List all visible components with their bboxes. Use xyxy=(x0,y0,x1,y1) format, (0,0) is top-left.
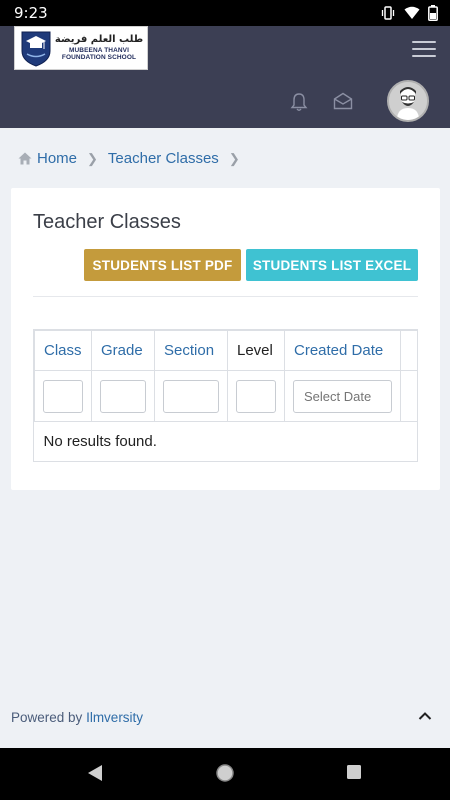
chevron-up-icon[interactable] xyxy=(418,711,432,721)
status-icons xyxy=(380,5,438,21)
section-filter-input[interactable] xyxy=(163,379,219,413)
column-header-extra xyxy=(400,330,417,371)
recents-icon[interactable] xyxy=(346,764,362,780)
page-title: Teacher Classes xyxy=(33,211,181,233)
class-filter-input[interactable] xyxy=(43,379,83,413)
home-circle-icon[interactable] xyxy=(215,763,235,783)
vibrate-icon xyxy=(381,6,395,20)
user-avatar-icon xyxy=(389,82,427,120)
filter-row xyxy=(34,370,417,422)
user-toolbar xyxy=(0,73,450,128)
breadcrumb-home-label: Home xyxy=(37,150,78,167)
powered-by-label: Powered by xyxy=(11,710,83,725)
school-seal-icon xyxy=(21,31,51,67)
chevron-right-icon: ❯ xyxy=(228,150,240,166)
column-header-created-date[interactable]: Created Date xyxy=(284,330,401,371)
teacher-classes-card: Teacher Classes STUDENTS LIST PDF STUDEN… xyxy=(11,188,440,490)
envelope-icon[interactable] xyxy=(333,92,353,110)
hamburger-menu-button[interactable] xyxy=(412,41,436,59)
hamburger-line xyxy=(412,55,436,57)
footer: Powered by Ilmversity xyxy=(11,710,143,725)
column-header-level: Level xyxy=(227,330,285,371)
breadcrumb: Home ❯ Teacher Classes ❯ xyxy=(18,150,250,167)
chevron-right-icon: ❯ xyxy=(87,150,98,166)
home-icon xyxy=(18,152,32,165)
avatar[interactable] xyxy=(387,80,429,122)
classes-table: Class Grade Section Level Created Date S… xyxy=(33,329,418,462)
logo-arabic: طلب العلم فريضة xyxy=(54,33,144,45)
column-header-class[interactable]: Class xyxy=(34,330,92,371)
android-nav-bar xyxy=(0,748,450,800)
school-logo[interactable]: طلب العلم فريضة MUBEENA THANVI FOUNDATIO… xyxy=(14,26,148,70)
column-header-grade[interactable]: Grade xyxy=(91,330,155,371)
created-date-filter-input[interactable] xyxy=(293,379,392,413)
empty-results-row: No results found. xyxy=(35,422,418,462)
breadcrumb-teacher-classes-link[interactable]: Teacher Classes xyxy=(108,150,219,167)
breadcrumb-home-link[interactable]: Home xyxy=(18,150,77,167)
logo-text: طلب العلم فريضة MUBEENA THANVI FOUNDATIO… xyxy=(54,33,144,62)
logo-name-line2: FOUNDATION SCHOOL xyxy=(61,54,137,61)
no-results-message: No results found. xyxy=(43,433,157,451)
grade-filter-input[interactable] xyxy=(100,379,146,413)
table-header-row: Class Grade Section Level Created Date xyxy=(34,330,417,371)
hamburger-line xyxy=(412,48,436,50)
students-list-excel-button[interactable]: STUDENTS LIST EXCEL xyxy=(246,249,418,281)
battery-icon xyxy=(428,5,438,21)
column-header-section[interactable]: Section xyxy=(154,330,228,371)
ilmversity-link[interactable]: Ilmversity xyxy=(86,710,143,725)
wifi-icon xyxy=(404,6,420,19)
divider xyxy=(33,296,418,297)
hamburger-line xyxy=(412,41,436,43)
students-list-pdf-button[interactable]: STUDENTS LIST PDF xyxy=(84,249,241,281)
top-navbar: طلب العلم فريضة MUBEENA THANVI FOUNDATIO… xyxy=(0,26,450,73)
level-filter-input[interactable] xyxy=(236,379,276,413)
status-time: 9:23 xyxy=(14,4,48,22)
status-bar: 9:23 xyxy=(0,0,450,26)
bell-icon[interactable] xyxy=(290,92,308,112)
back-icon[interactable] xyxy=(86,764,104,782)
